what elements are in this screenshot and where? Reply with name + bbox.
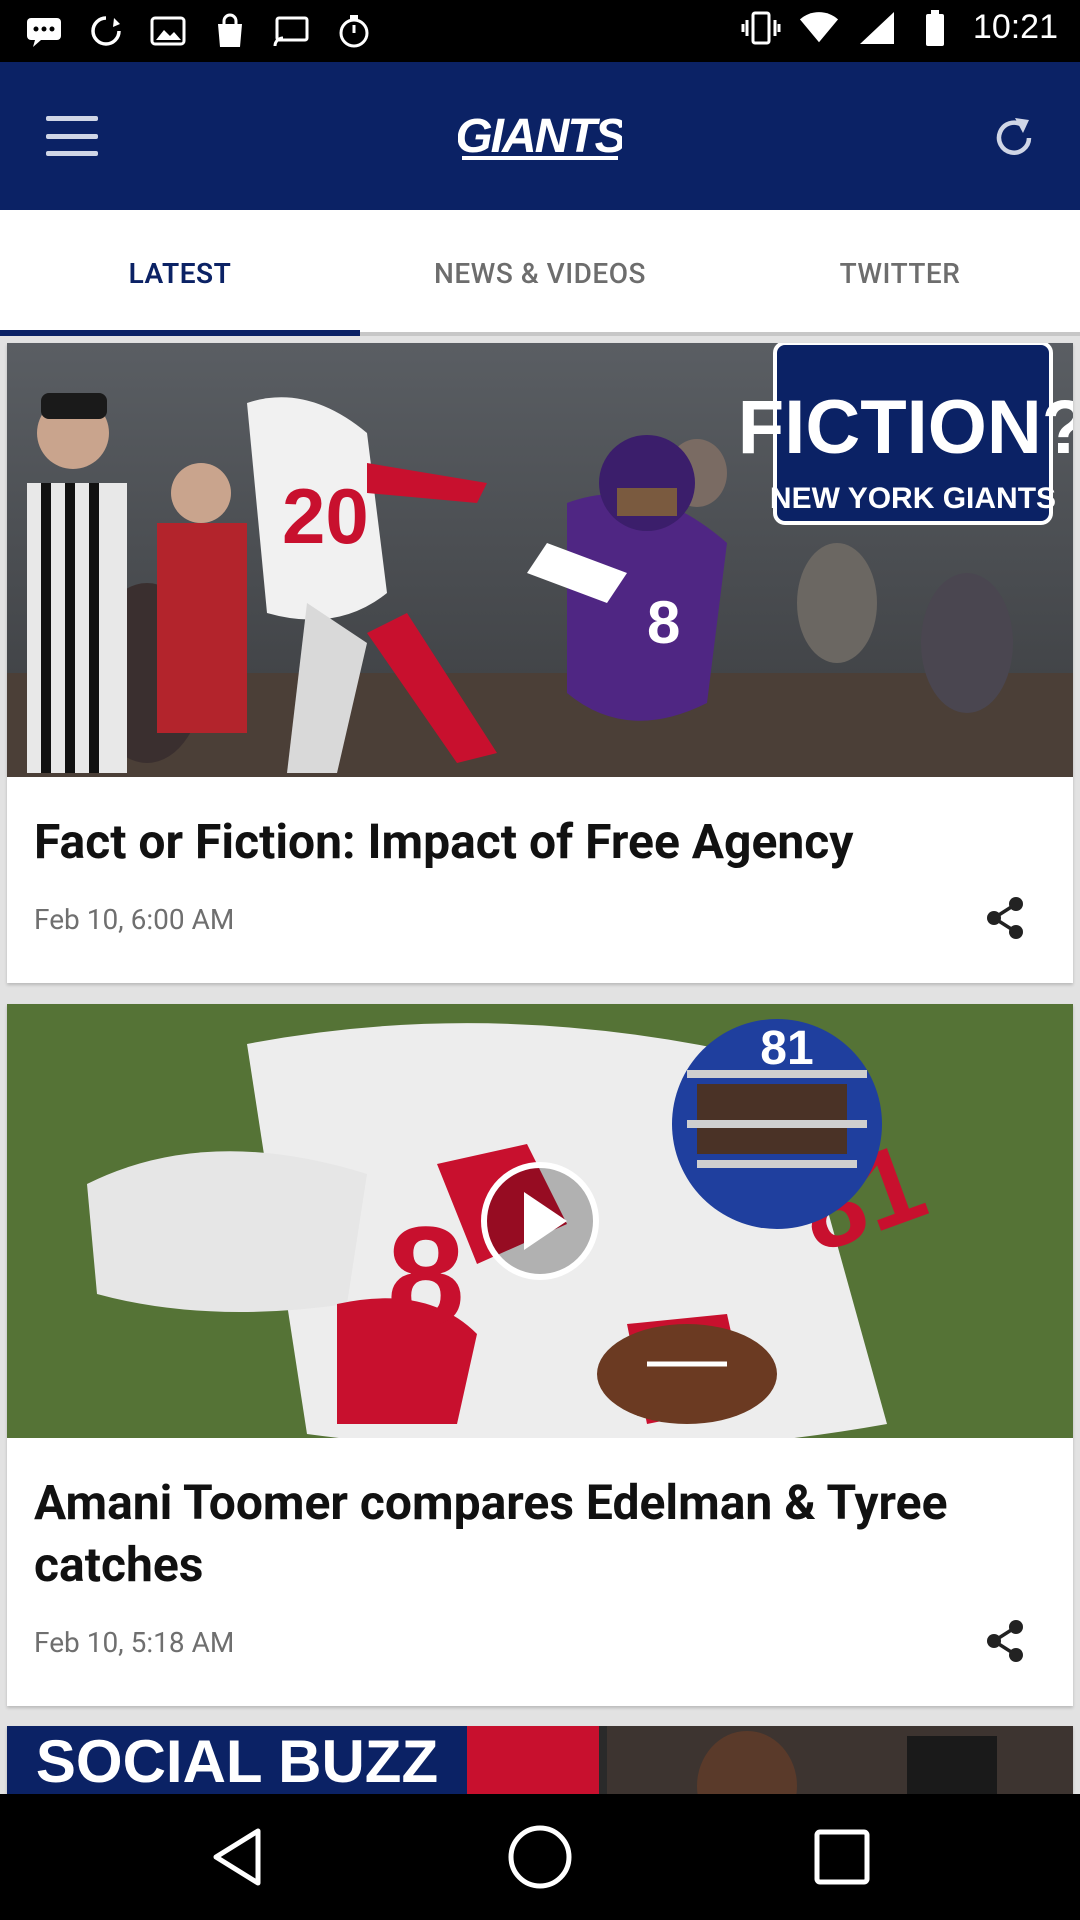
share-icon[interactable] xyxy=(977,890,1033,946)
tab-news-videos[interactable]: NEWS & VIDEOS xyxy=(360,210,720,336)
battery-icon xyxy=(915,9,955,47)
play-icon[interactable] xyxy=(484,1165,596,1277)
wifi-icon xyxy=(799,9,839,47)
video-thumbnail[interactable]: 8 81 81 xyxy=(7,1004,1073,1438)
article-card[interactable]: 8 81 81 Amani Toomer compares Edelman & … xyxy=(7,1004,1073,1706)
photo-notification-icon xyxy=(148,12,188,50)
home-icon[interactable] xyxy=(500,1824,580,1890)
article-date: Feb 10, 6:00 AM xyxy=(34,903,235,936)
chat-notification-icon xyxy=(24,12,64,50)
article-card[interactable]: SOCIAL BUZZ xyxy=(7,1726,1073,1794)
tab-bar: LATEST NEWS & VIDEOS TWITTER xyxy=(0,210,1080,336)
active-tab-indicator xyxy=(0,330,360,336)
share-icon[interactable] xyxy=(977,1613,1033,1669)
social-buzz-text: SOCIAL BUZZ xyxy=(36,1728,438,1794)
tab-news-videos-label: NEWS & VIDEOS xyxy=(433,256,646,290)
nyg-overlay-text: NEW YORK GIANTS xyxy=(770,482,1056,515)
svg-text:81: 81 xyxy=(760,1022,813,1075)
hamburger-icon[interactable] xyxy=(42,110,102,162)
svg-text:8: 8 xyxy=(647,589,680,656)
giants-logo: GIANTS xyxy=(458,110,622,163)
article-date: Feb 10, 5:18 AM xyxy=(34,1626,235,1659)
svg-text:8: 8 xyxy=(387,1197,465,1354)
article-title[interactable]: Amani Toomer compares Edelman & Tyree ca… xyxy=(34,1472,1046,1596)
fiction-overlay-text: FICTION? xyxy=(738,385,1073,470)
shopping-notification-icon xyxy=(210,12,250,50)
article-card[interactable]: 20 8 FICTION? NEW YORK GIANTS Fact or Fi… xyxy=(7,343,1073,983)
system-icons: 10:21 xyxy=(741,8,1058,47)
tab-twitter-label: TWITTER xyxy=(839,256,961,290)
vibrate-icon xyxy=(741,9,781,47)
signal-icon xyxy=(857,9,897,47)
article-thumbnail[interactable]: SOCIAL BUZZ xyxy=(7,1726,1073,1794)
recents-icon[interactable] xyxy=(802,1824,882,1890)
article-thumbnail[interactable]: 20 8 FICTION? NEW YORK GIANTS xyxy=(7,343,1073,777)
notification-icons xyxy=(24,12,374,50)
refresh-icon[interactable] xyxy=(978,102,1050,174)
status-time: 10:21 xyxy=(972,8,1058,46)
sync-notification-icon xyxy=(86,12,126,50)
app-bar: GIANTS xyxy=(0,62,1080,210)
tab-twitter[interactable]: TWITTER xyxy=(720,210,1080,336)
news-feed[interactable]: 20 8 FICTION? NEW YORK GIANTS Fact or Fi… xyxy=(0,340,1080,1794)
tab-latest[interactable]: LATEST xyxy=(0,210,360,336)
article-title[interactable]: Fact or Fiction: Impact of Free Agency xyxy=(34,811,1046,873)
svg-text:GIANTS: GIANTS xyxy=(458,110,622,163)
status-bar: 10:21 xyxy=(0,0,1080,62)
system-nav-bar xyxy=(0,1794,1080,1920)
timer-notification-icon xyxy=(334,12,374,50)
back-icon[interactable] xyxy=(198,1824,278,1890)
cast-notification-icon xyxy=(272,12,312,50)
svg-text:20: 20 xyxy=(282,472,369,560)
tab-latest-label: LATEST xyxy=(128,256,232,290)
